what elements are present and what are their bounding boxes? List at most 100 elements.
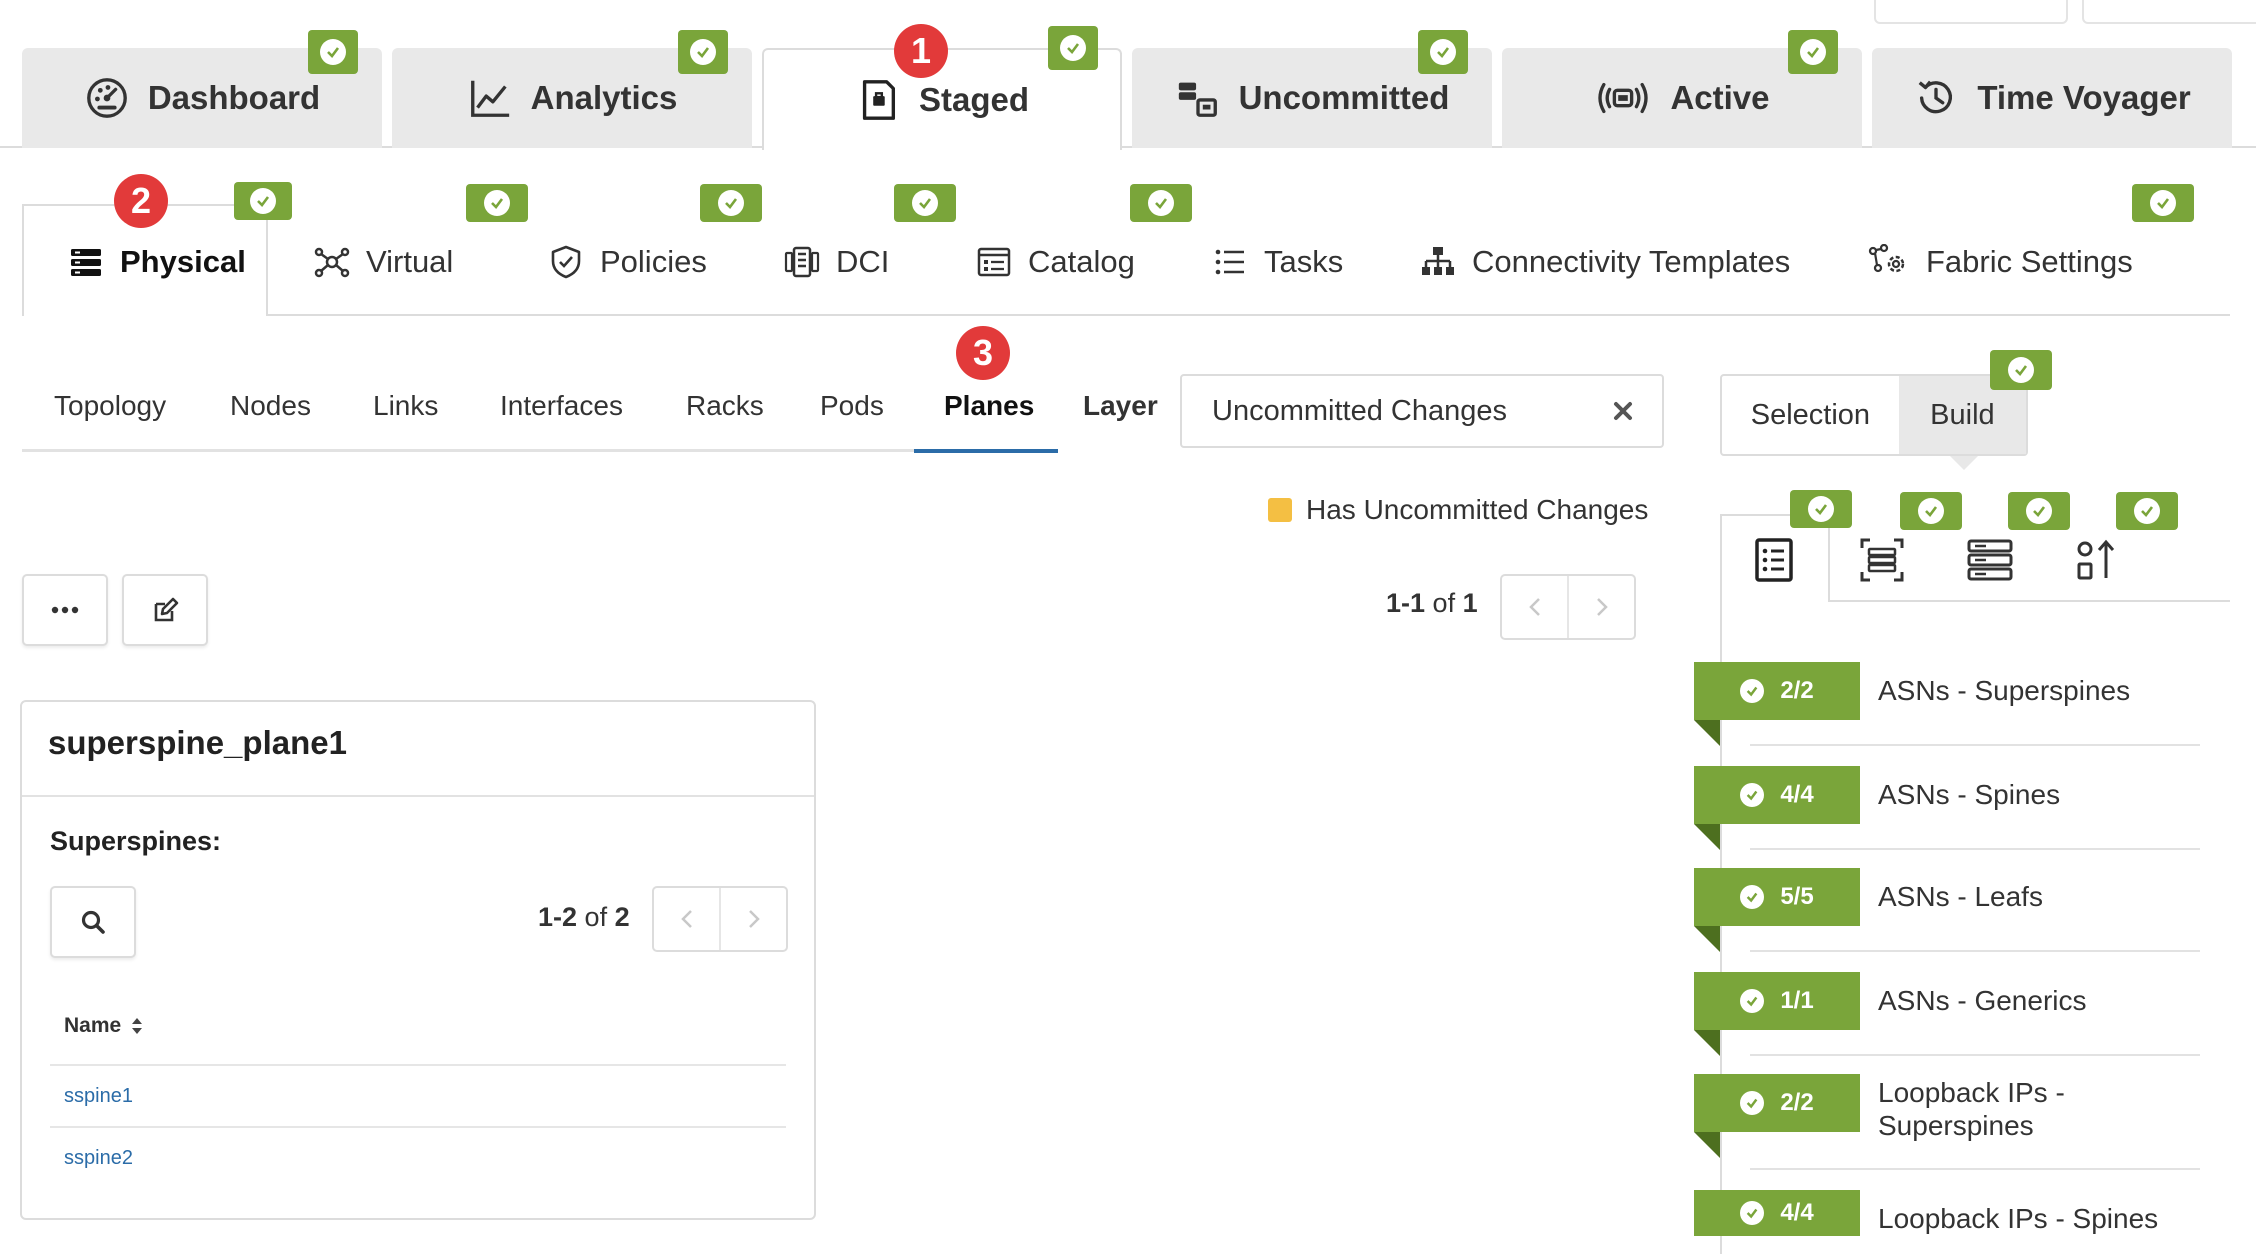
analytics-line-chart-icon bbox=[467, 75, 513, 121]
connectivity-templates-icon bbox=[1420, 244, 1456, 280]
tab-planes[interactable]: Planes bbox=[944, 390, 1034, 422]
step-marker: 1 bbox=[894, 24, 948, 78]
build-tab-devices[interactable] bbox=[1966, 536, 2014, 584]
active-tab-underline bbox=[914, 449, 1058, 453]
check-icon bbox=[1148, 190, 1174, 216]
tab-catalog[interactable]: Catalog bbox=[976, 230, 1135, 294]
dashboard-gauge-icon bbox=[84, 75, 130, 121]
tab-interfaces[interactable]: Interfaces bbox=[500, 390, 623, 422]
sort-icon bbox=[131, 1017, 143, 1035]
build-item-status-ribbon[interactable]: 4/4 bbox=[1694, 766, 1860, 824]
tab-label: Catalog bbox=[1028, 244, 1135, 279]
top-toolbar-button-2[interactable] bbox=[2082, 0, 2256, 24]
prev-page-button[interactable] bbox=[654, 888, 721, 950]
ribbon-fold bbox=[1694, 824, 1720, 850]
tab-label: Analytics bbox=[530, 79, 678, 116]
tab-links[interactable]: Links bbox=[373, 390, 438, 422]
tab-time-voyager[interactable]: Time Voyager bbox=[1872, 48, 2232, 148]
selection-button[interactable]: Selection bbox=[1722, 376, 1899, 454]
clear-icon[interactable] bbox=[1612, 400, 1634, 422]
check-badge bbox=[308, 30, 358, 74]
build-item-status-ribbon[interactable]: 1/1 bbox=[1694, 972, 1860, 1030]
build-item-status-ribbon[interactable]: 2/2 bbox=[1694, 662, 1860, 720]
tab-nodes[interactable]: Nodes bbox=[230, 390, 311, 422]
check-icon bbox=[1430, 39, 1456, 65]
tab-fabric-settings[interactable]: Fabric Settings bbox=[1866, 230, 2133, 294]
build-tab-rack[interactable] bbox=[1858, 536, 1906, 584]
check-icon bbox=[912, 190, 938, 216]
build-item-divider bbox=[1750, 1168, 2200, 1170]
layer-label: Layer bbox=[1083, 390, 1158, 421]
build-item-label[interactable]: ASNs - Leafs bbox=[1878, 880, 2043, 913]
next-page-button[interactable] bbox=[1569, 576, 1634, 638]
check-badge bbox=[1900, 492, 1962, 530]
build-list-icon bbox=[1750, 536, 1798, 584]
tab-physical[interactable]: Physical bbox=[68, 230, 246, 294]
tab-label: Active bbox=[1670, 79, 1770, 116]
ribbon-fold bbox=[1694, 1132, 1720, 1158]
tab-topology[interactable]: Topology bbox=[54, 390, 166, 422]
active-broadcast-icon bbox=[1594, 75, 1652, 121]
build-tab-sort[interactable] bbox=[2074, 536, 2122, 584]
build-caret bbox=[1950, 456, 1978, 470]
pagination-summary: 1-1 of 1 bbox=[1386, 588, 1478, 619]
step-marker: 2 bbox=[114, 174, 168, 228]
check-badge bbox=[700, 184, 762, 222]
build-item-label[interactable]: ASNs - Generics bbox=[1878, 984, 2087, 1017]
build-item-status-ribbon[interactable]: 4/4 bbox=[1694, 1190, 1860, 1236]
check-icon bbox=[250, 188, 276, 214]
tab-label: Tasks bbox=[1264, 244, 1344, 279]
superspines-label: Superspines: bbox=[50, 826, 222, 856]
build-tab-list[interactable] bbox=[1750, 536, 1798, 584]
dci-interconnect-icon bbox=[784, 244, 820, 280]
staged-document-icon bbox=[855, 77, 901, 123]
tab-connectivity-templates[interactable]: Connectivity Templates bbox=[1420, 230, 1790, 294]
more-actions-button[interactable] bbox=[22, 574, 108, 646]
plane-pagination-controls bbox=[652, 886, 788, 952]
build-item-count: 4/4 bbox=[1780, 1199, 1814, 1226]
edit-pencil-icon bbox=[151, 596, 179, 624]
build-item-label[interactable]: ASNs - Spines bbox=[1878, 778, 2060, 811]
tab-label: Fabric Settings bbox=[1926, 244, 2133, 279]
layer-select[interactable]: Uncommitted Changes bbox=[1180, 374, 1664, 448]
tab-virtual[interactable]: Virtual bbox=[314, 230, 453, 294]
search-button[interactable] bbox=[50, 886, 136, 958]
catalog-icon bbox=[976, 244, 1012, 280]
tab-label: Time Voyager bbox=[1977, 79, 2191, 116]
build-item-status-ribbon[interactable]: 2/2 bbox=[1694, 1074, 1860, 1132]
build-sort-icon bbox=[2074, 536, 2122, 584]
table-row-divider bbox=[50, 1126, 786, 1128]
build-item-divider bbox=[1750, 950, 2200, 952]
build-item-status-ribbon[interactable]: 5/5 bbox=[1694, 868, 1860, 926]
check-icon bbox=[2150, 190, 2176, 216]
table-row-link[interactable]: sspine1 bbox=[64, 1085, 133, 1108]
check-icon bbox=[1740, 783, 1765, 807]
build-item-label[interactable]: Loopback IPs - Spines bbox=[1878, 1202, 2158, 1235]
tab-tasks[interactable]: Tasks bbox=[1212, 230, 1343, 294]
build-item-label[interactable]: ASNs - Superspines bbox=[1878, 674, 2130, 707]
check-badge bbox=[1048, 26, 1098, 70]
build-item-count: 2/2 bbox=[1780, 1089, 1814, 1116]
tab-pods[interactable]: Pods bbox=[820, 390, 884, 422]
top-toolbar-button-1[interactable] bbox=[1874, 0, 2068, 24]
check-badge bbox=[2132, 184, 2194, 222]
build-rack-icon bbox=[1858, 536, 1906, 584]
table-row-divider bbox=[50, 1064, 786, 1066]
prev-page-button[interactable] bbox=[1502, 576, 1569, 638]
tab-policies[interactable]: Policies bbox=[548, 230, 707, 294]
tab-label: Uncommitted bbox=[1238, 79, 1450, 116]
tab-racks[interactable]: Racks bbox=[686, 390, 764, 422]
table-row-link[interactable]: sspine2 bbox=[64, 1147, 133, 1170]
column-header-name[interactable]: Name bbox=[64, 1014, 143, 1038]
build-item-label[interactable]: Loopback IPs - Superspines bbox=[1878, 1076, 2178, 1142]
chevron-right-icon bbox=[1595, 596, 1609, 618]
tab-label: Policies bbox=[600, 244, 707, 279]
next-page-button[interactable] bbox=[721, 888, 786, 950]
pagination-controls bbox=[1500, 574, 1636, 640]
ribbon-fold bbox=[1694, 720, 1720, 746]
edit-button[interactable] bbox=[122, 574, 208, 646]
tab-dci[interactable]: DCI bbox=[784, 230, 889, 294]
tab-label: Physical bbox=[120, 244, 246, 279]
check-icon bbox=[1740, 1201, 1765, 1225]
build-item-count: 2/2 bbox=[1780, 677, 1814, 704]
